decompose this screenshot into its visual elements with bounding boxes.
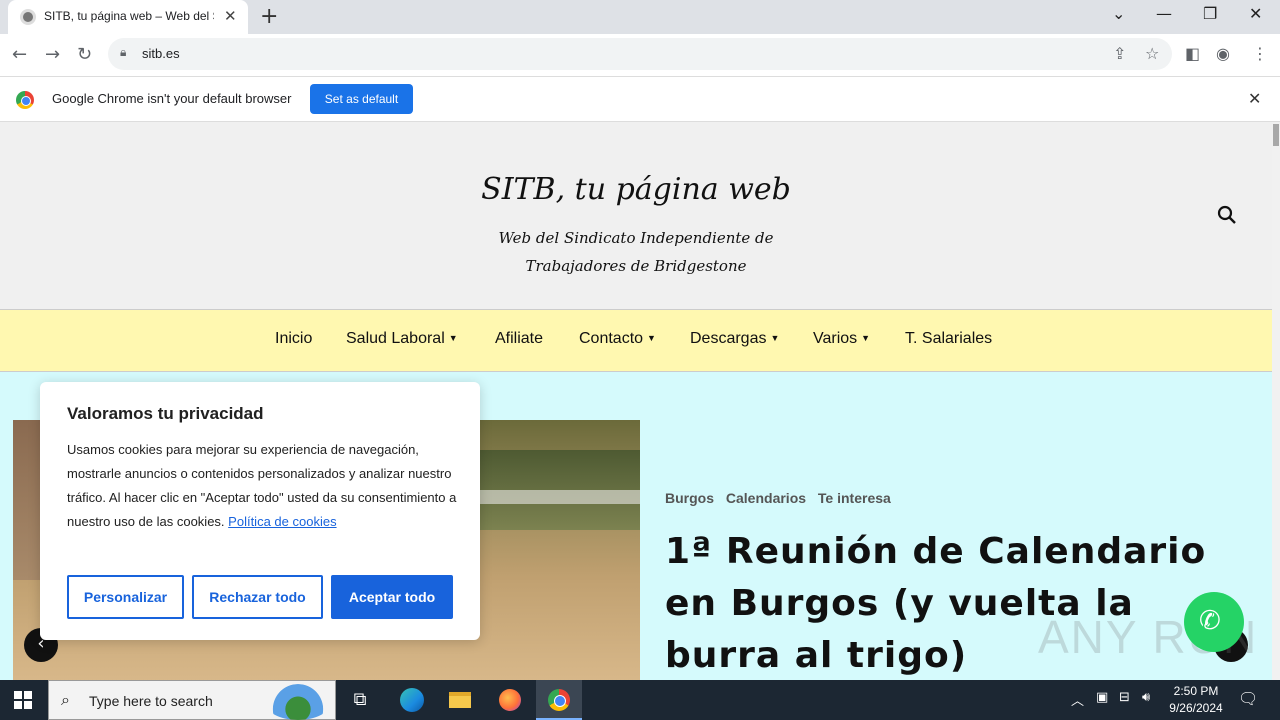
windows-start-icon[interactable]: [14, 691, 32, 709]
lock-icon[interactable]: 🔒︎: [120, 45, 126, 60]
tray-chevron-icon[interactable]: ︿: [1071, 690, 1084, 709]
reload-icon[interactable]: ↻: [77, 44, 92, 65]
caret-down-icon: ▼: [861, 333, 871, 343]
close-window-button[interactable]: ✕: [1249, 4, 1262, 23]
default-browser-infobar: Google Chrome isn't your default browser…: [0, 76, 1280, 122]
task-view-icon[interactable]: ⧉: [340, 684, 380, 716]
taskbar-search-placeholder: Type here to search: [89, 693, 213, 709]
nav-label: T. Salariales: [905, 330, 993, 347]
nav-item-afiliate[interactable]: Afiliate: [495, 330, 543, 348]
taskbar-clock[interactable]: 2:50 PM 9/26/2024: [1160, 683, 1232, 717]
firefox-icon[interactable]: [490, 684, 530, 716]
windows-taskbar: ⌕ Type here to search ⧉ ︿ ▣ ⊟ 🔊︎ 2:50 PM…: [0, 680, 1280, 720]
search-icon[interactable]: [1216, 204, 1238, 226]
close-infobar-icon[interactable]: ✕: [1248, 89, 1261, 108]
web-page: SITB, tu página web Web del Sindicato In…: [0, 122, 1272, 680]
nav-item-salud-laboral[interactable]: Salud Laboral ▼: [346, 330, 458, 348]
cookie-policy-link[interactable]: Política de cookies: [228, 514, 336, 529]
site-title[interactable]: SITB, tu página web: [0, 172, 1272, 207]
browser-tab[interactable]: SITB, tu página web – Web del Si ✕: [8, 0, 248, 34]
back-icon[interactable]: ←: [12, 44, 27, 65]
nav-item-t-salariales[interactable]: T. Salariales: [905, 330, 992, 348]
url-text[interactable]: sitb.es: [142, 46, 180, 61]
clock-time: 2:50 PM: [1173, 684, 1219, 698]
customize-button[interactable]: Personalizar: [67, 575, 184, 619]
post-categories: Burgos Calendarios Te interesa: [665, 490, 899, 506]
set-as-default-button[interactable]: Set as default: [310, 84, 413, 114]
tray-device-icon[interactable]: ▣: [1096, 690, 1108, 705]
network-icon[interactable]: ⊟: [1119, 690, 1130, 705]
main-navigation: Inicio Salud Laboral ▼ Afiliate Contacto ▼…: [0, 310, 1272, 372]
tab-search-icon[interactable]: ⌄: [1112, 4, 1125, 23]
menu-kebab-icon[interactable]: ⋮: [1252, 44, 1268, 63]
whatsapp-icon: ✆: [1199, 606, 1221, 636]
cookie-title: Valoramos tu privacidad: [67, 404, 264, 423]
page-scrollbar[interactable]: [1272, 122, 1280, 680]
caret-down-icon: ▼: [647, 333, 656, 343]
taskbar-search-box[interactable]: ⌕ Type here to search: [48, 680, 336, 720]
forward-icon[interactable]: →: [45, 44, 60, 65]
nav-label: Inicio: [275, 330, 313, 347]
site-tagline: Web del Sindicato Independiente de Traba…: [498, 229, 774, 275]
notifications-icon[interactable]: 🗨︎: [1238, 689, 1258, 708]
caret-down-icon: ▼: [448, 333, 458, 343]
clock-date: 9/26/2024: [1169, 701, 1223, 715]
volume-icon[interactable]: 🔊︎: [1142, 690, 1150, 705]
nav-item-contacto[interactable]: Contacto ▼: [579, 330, 656, 348]
chrome-taskbar-icon[interactable]: [536, 680, 582, 720]
nav-label: Afiliate: [495, 330, 544, 347]
category-link[interactable]: Burgos: [665, 490, 714, 506]
cookie-consent-dialog: Valoramos tu privacidad Usamos cookies p…: [40, 382, 480, 640]
tab-title: SITB, tu página web – Web del Si: [44, 9, 214, 23]
site-header: SITB, tu página web Web del Sindicato In…: [0, 122, 1272, 310]
category-link[interactable]: Calendarios: [726, 490, 806, 506]
profile-avatar-icon[interactable]: ◉: [1216, 44, 1230, 63]
browser-toolbar: ← → ↻ 🔒︎ sitb.es ⇪ ☆ ◧ ◉ ⋮: [0, 34, 1280, 76]
minimize-button[interactable]: —: [1156, 4, 1172, 23]
chrome-logo-icon: [16, 91, 34, 109]
restore-button[interactable]: ❐: [1203, 4, 1217, 23]
search-highlight-icon: [265, 684, 331, 720]
nav-label: Salud Laboral: [346, 330, 445, 347]
reject-all-button[interactable]: Rechazar todo: [192, 575, 323, 619]
nav-label: Contacto: [579, 330, 644, 347]
infobar-message: Google Chrome isn't your default browser: [52, 91, 292, 106]
share-icon[interactable]: ⇪: [1113, 44, 1126, 63]
scrollbar-thumb[interactable]: [1273, 124, 1279, 146]
nav-label: Descargas: [690, 330, 767, 347]
category-link[interactable]: Te interesa: [818, 490, 891, 506]
accept-all-button[interactable]: Aceptar todo: [331, 575, 453, 619]
new-tab-button[interactable]: +: [260, 4, 278, 29]
cookie-description: Usamos cookies para mejorar su experienc…: [67, 438, 463, 534]
edge-icon[interactable]: [392, 684, 432, 716]
nav-item-inicio[interactable]: Inicio: [275, 330, 312, 348]
bookmark-star-icon[interactable]: ☆: [1145, 44, 1159, 63]
close-tab-icon[interactable]: ✕: [224, 7, 237, 25]
file-explorer-icon[interactable]: [440, 684, 480, 716]
nav-item-varios[interactable]: Varios ▼: [813, 330, 870, 348]
nav-item-descargas[interactable]: Descargas ▼: [690, 330, 779, 348]
side-panel-icon[interactable]: ◧: [1185, 44, 1200, 63]
nav-label: Varios: [813, 330, 858, 347]
search-icon: ⌕: [61, 690, 70, 709]
caret-down-icon: ▼: [770, 333, 780, 343]
site-favicon-icon: [20, 9, 36, 25]
tab-strip: SITB, tu página web – Web del Si ✕ + ⌄ —…: [0, 0, 1280, 34]
address-bar[interactable]: 🔒︎ sitb.es: [108, 38, 1172, 70]
